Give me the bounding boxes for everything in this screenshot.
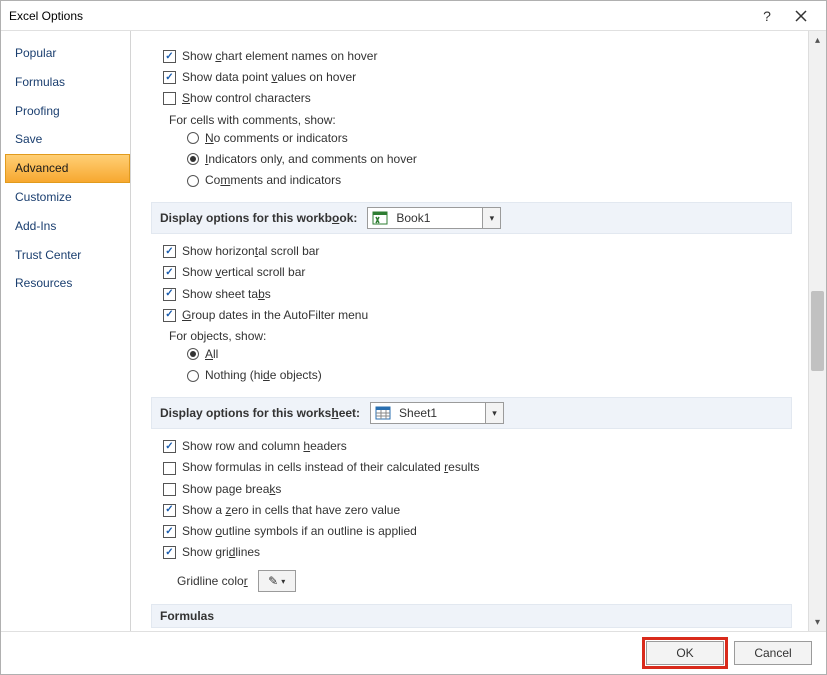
radio-no-comments[interactable]: No comments or indicators — [187, 129, 792, 148]
excel-options-dialog: Excel Options ? Popular Formulas Proofin… — [0, 0, 827, 675]
checkbox-icon — [163, 462, 176, 475]
checkbox-icon — [163, 309, 176, 322]
objects-show-label: For objects, show: — [169, 329, 792, 343]
checkbox-icon — [163, 504, 176, 517]
cancel-button[interactable]: Cancel — [734, 641, 812, 665]
check-show-formulas[interactable]: Show formulas in cells instead of their … — [163, 458, 792, 477]
sidebar-item-trust-center[interactable]: Trust Center — [5, 241, 130, 270]
scroll-down-icon[interactable]: ▾ — [809, 613, 826, 631]
sidebar-item-formulas[interactable]: Formulas — [5, 68, 130, 97]
check-row-column-headers[interactable]: Show row and column headers — [163, 437, 792, 456]
radio-icon — [187, 153, 199, 165]
ok-button[interactable]: OK — [646, 641, 724, 665]
checkbox-icon — [163, 266, 176, 279]
check-vertical-scrollbar[interactable]: Show vertical scroll bar — [163, 263, 792, 282]
workbook-dropdown-value: Book1 — [392, 211, 482, 225]
radio-objects-nothing[interactable]: Nothing (hide objects) — [187, 366, 792, 385]
content-wrap: Show chart element names on hover Show d… — [131, 31, 826, 631]
help-button[interactable]: ? — [750, 4, 784, 28]
check-group-dates-autofilter[interactable]: Group dates in the AutoFilter menu — [163, 306, 792, 325]
radio-icon — [187, 175, 199, 187]
chevron-down-icon: ▾ — [281, 577, 285, 586]
check-gridlines[interactable]: Show gridlines — [163, 543, 792, 562]
gridline-color-row: Gridline color ✎ ▾ — [177, 570, 792, 592]
comments-show-label: For cells with comments, show: — [169, 113, 792, 127]
sidebar-item-resources[interactable]: Resources — [5, 269, 130, 298]
sidebar-item-proofing[interactable]: Proofing — [5, 97, 130, 126]
radio-indicators-only[interactable]: Indicators only, and comments on hover — [187, 150, 792, 169]
checkbox-icon — [163, 525, 176, 538]
chevron-down-icon: ▾ — [485, 403, 503, 423]
dialog-title: Excel Options — [9, 9, 750, 23]
dialog-footer: OK Cancel — [1, 632, 826, 674]
radio-icon — [187, 132, 199, 144]
content-pane: Show chart element names on hover Show d… — [131, 31, 808, 631]
vertical-scrollbar[interactable]: ▴ ▾ — [808, 31, 826, 631]
worksheet-icon — [374, 405, 392, 421]
check-sheet-tabs[interactable]: Show sheet tabs — [163, 285, 792, 304]
paint-bucket-icon: ✎ — [268, 574, 278, 588]
section-workbook-display: Display options for this workbook: Book1… — [151, 202, 792, 234]
checkbox-icon — [163, 483, 176, 496]
check-outline-symbols[interactable]: Show outline symbols if an outline is ap… — [163, 522, 792, 541]
check-control-characters[interactable]: Show control characters — [163, 89, 792, 108]
dialog-body: Popular Formulas Proofing Save Advanced … — [1, 31, 826, 632]
section-worksheet-display: Display options for this worksheet: Shee… — [151, 397, 792, 429]
radio-objects-all[interactable]: All — [187, 345, 792, 364]
checkbox-icon — [163, 440, 176, 453]
workbook-dropdown[interactable]: Book1 ▾ — [367, 207, 501, 229]
scrollbar-thumb[interactable] — [811, 291, 824, 371]
checkbox-icon — [163, 50, 176, 63]
close-button[interactable] — [784, 4, 818, 28]
workbook-icon — [371, 210, 389, 226]
check-data-point-values[interactable]: Show data point values on hover — [163, 68, 792, 87]
gridline-color-button[interactable]: ✎ ▾ — [258, 570, 296, 592]
worksheet-dropdown-value: Sheet1 — [395, 406, 485, 420]
check-page-breaks[interactable]: Show page breaks — [163, 480, 792, 499]
sidebar-item-addins[interactable]: Add-Ins — [5, 212, 130, 241]
gridline-color-label: Gridline color — [177, 574, 248, 588]
titlebar: Excel Options ? — [1, 1, 826, 31]
check-horizontal-scrollbar[interactable]: Show horizontal scroll bar — [163, 242, 792, 261]
radio-icon — [187, 370, 199, 382]
chevron-down-icon: ▾ — [482, 208, 500, 228]
checkbox-icon — [163, 288, 176, 301]
checkbox-icon — [163, 546, 176, 559]
worksheet-dropdown[interactable]: Sheet1 ▾ — [370, 402, 504, 424]
check-show-zero[interactable]: Show a zero in cells that have zero valu… — [163, 501, 792, 520]
check-chart-element-names[interactable]: Show chart element names on hover — [163, 47, 792, 66]
radio-comments-and-indicators[interactable]: Comments and indicators — [187, 171, 792, 190]
close-icon — [795, 10, 807, 22]
checkbox-icon — [163, 71, 176, 84]
scroll-up-icon[interactable]: ▴ — [809, 31, 826, 49]
sidebar-item-advanced[interactable]: Advanced — [5, 154, 130, 183]
checkbox-icon — [163, 245, 176, 258]
checkbox-icon — [163, 92, 176, 105]
sidebar-item-save[interactable]: Save — [5, 125, 130, 154]
sidebar-item-popular[interactable]: Popular — [5, 39, 130, 68]
sidebar: Popular Formulas Proofing Save Advanced … — [1, 31, 131, 631]
sidebar-item-customize[interactable]: Customize — [5, 183, 130, 212]
section-formulas: Formulas — [151, 604, 792, 628]
radio-icon — [187, 348, 199, 360]
